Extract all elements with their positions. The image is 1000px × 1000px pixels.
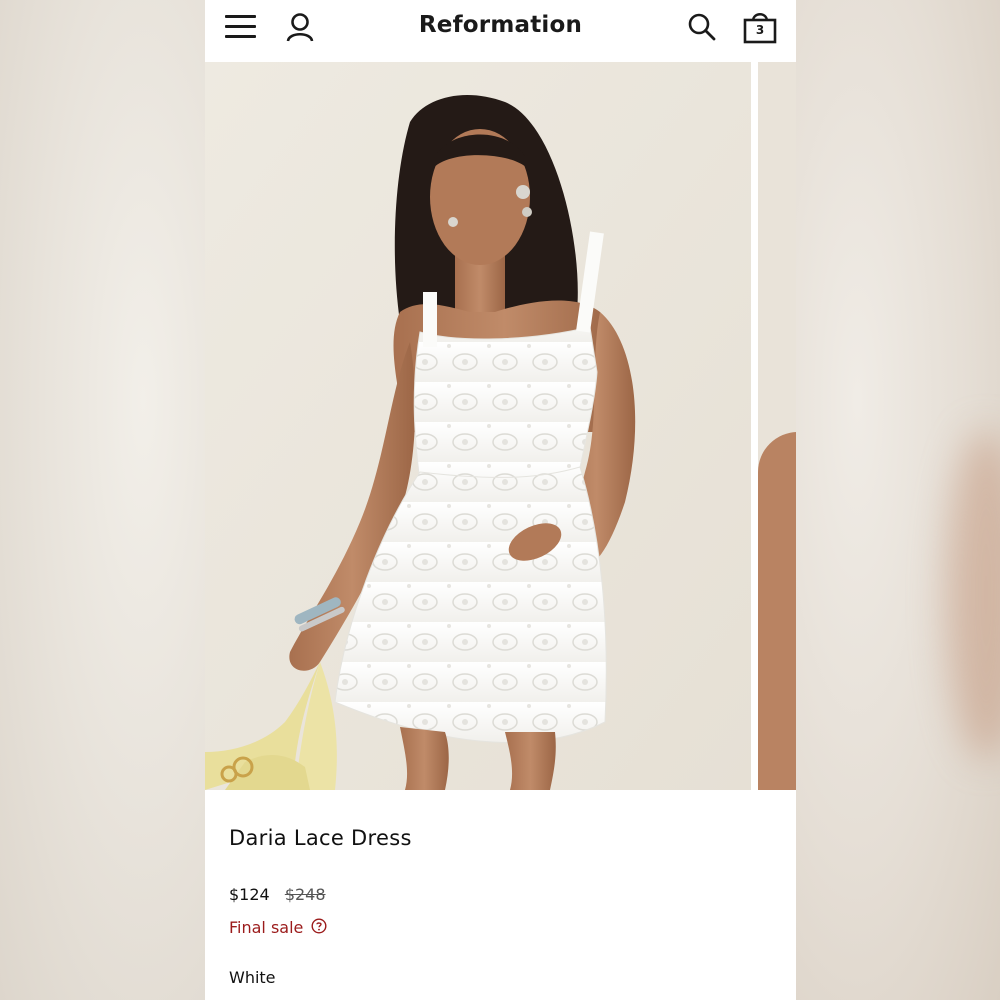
phone-screen: Reformation 3 Daria Lace Dress $124 $248… [205,0,796,1000]
background-left [0,0,205,1000]
product-gallery[interactable] [205,62,796,790]
next-product-photo[interactable] [758,62,796,790]
background-right [796,0,1000,1000]
bag-count-badge: 3 [755,23,765,37]
sale-price: $124 [229,885,270,904]
question-circle-icon[interactable] [311,918,327,934]
selected-color: White [229,968,276,987]
product-info: Daria Lace Dress $124 $248 Final sale Wh… [205,790,796,1000]
product-title: Daria Lace Dress [229,826,412,850]
search-icon[interactable] [687,12,717,42]
price-row: $124 $248 [229,885,326,904]
original-price: $248 [284,885,326,904]
top-nav: Reformation 3 [205,0,796,62]
product-photo[interactable] [205,62,751,790]
final-sale-label: Final sale [229,918,304,937]
shopping-bag-icon[interactable]: 3 [742,10,778,44]
